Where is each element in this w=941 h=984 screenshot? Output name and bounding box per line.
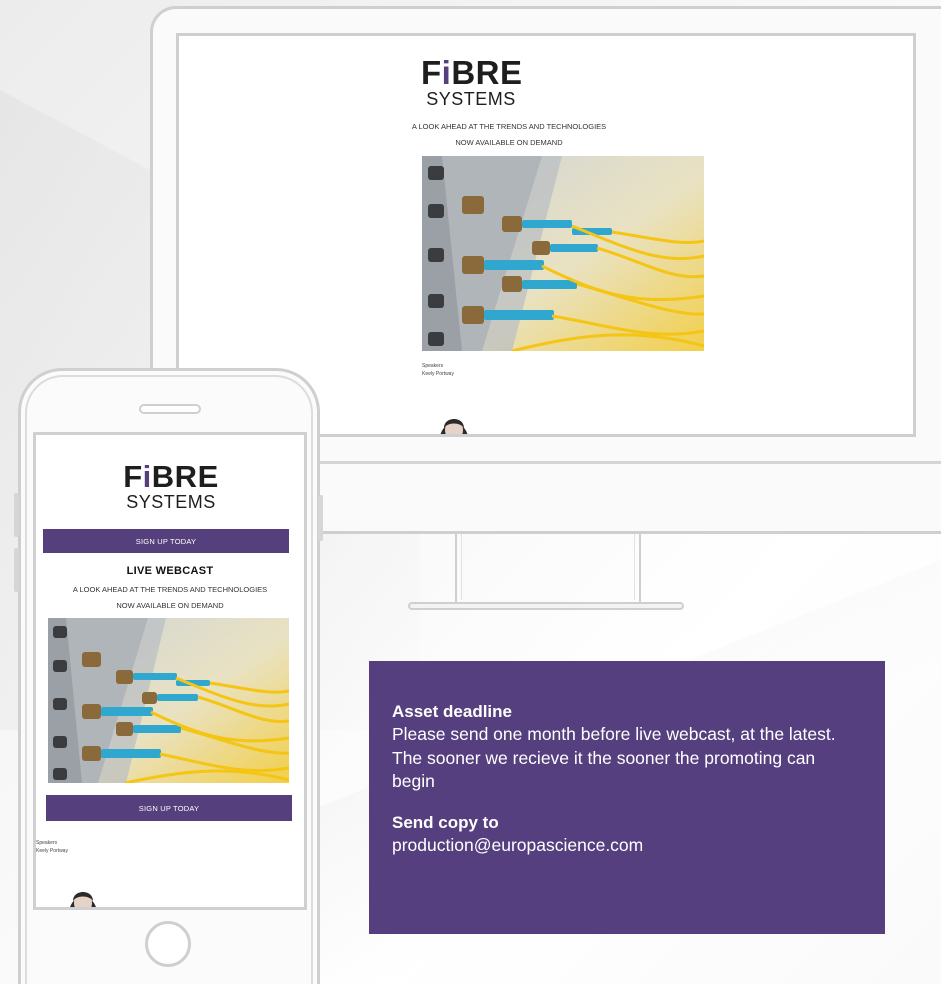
- logo-subtitle: SYSTEMS: [126, 492, 216, 512]
- sign-up-button-bottom[interactable]: SIGN UP TODAY: [46, 795, 292, 821]
- speaker-name: Keely Portway: [36, 848, 68, 854]
- speakers-label: Speakers: [36, 840, 58, 846]
- sign-up-button-top[interactable]: SIGN UP TODAY: [43, 529, 289, 553]
- phone-volume-down: [14, 548, 19, 592]
- monitor-fibre-systems-logo: FiBRE SYSTEMS: [421, 54, 523, 109]
- home-button-icon[interactable]: [145, 921, 191, 967]
- monitor-stand-neck: [455, 534, 641, 604]
- logo-wordmark: FiBRE: [421, 54, 523, 91]
- phone-screen: FiBRE SYSTEMS SIGN UP TODAY LIVE WEBCAST…: [33, 432, 307, 910]
- live-webcast-heading: LIVE WEBCAST: [126, 565, 214, 577]
- asset-deadline-text: Please send one month before live webcas…: [392, 724, 836, 792]
- earpiece-speaker-icon: [139, 404, 201, 414]
- asset-deadline-heading: Asset deadline: [392, 702, 512, 721]
- fibre-optic-photo: [422, 156, 704, 351]
- monitor-speakers: Speakers Keely Portway: [422, 362, 454, 378]
- logo-wordmark: FiBRE: [123, 459, 219, 494]
- speaker-avatar: [70, 892, 96, 907]
- phone-availability: NOW AVAILABLE ON DEMAND: [116, 601, 224, 610]
- phone-power-button: [318, 495, 323, 541]
- logo-subtitle: SYSTEMS: [426, 89, 516, 109]
- speakers-label: Speakers: [422, 363, 444, 369]
- speaker-name: Keely Portway: [422, 371, 454, 377]
- speaker-avatar: [440, 419, 468, 434]
- phone-volume-up: [14, 493, 19, 537]
- monitor-tagline: A LOOK AHEAD AT THE TRENDS AND TECHNOLOG…: [411, 122, 607, 131]
- phone-fibre-systems-logo: FiBRE SYSTEMS: [111, 461, 231, 511]
- fibre-optic-photo: [48, 618, 289, 783]
- phone-tagline: A LOOK AHEAD AT THE TRENDS AND TECHNOLOG…: [72, 585, 268, 594]
- monitor-stand-foot: [408, 602, 684, 610]
- send-copy-email: production@europascience.com: [392, 835, 644, 856]
- asset-info-panel: Asset deadline Please send one month bef…: [369, 661, 885, 934]
- phone-speakers: Speakers Keely Portway: [36, 839, 68, 855]
- send-copy-heading: Send copy to: [392, 812, 499, 832]
- monitor-availability: NOW AVAILABLE ON DEMAND: [455, 138, 563, 147]
